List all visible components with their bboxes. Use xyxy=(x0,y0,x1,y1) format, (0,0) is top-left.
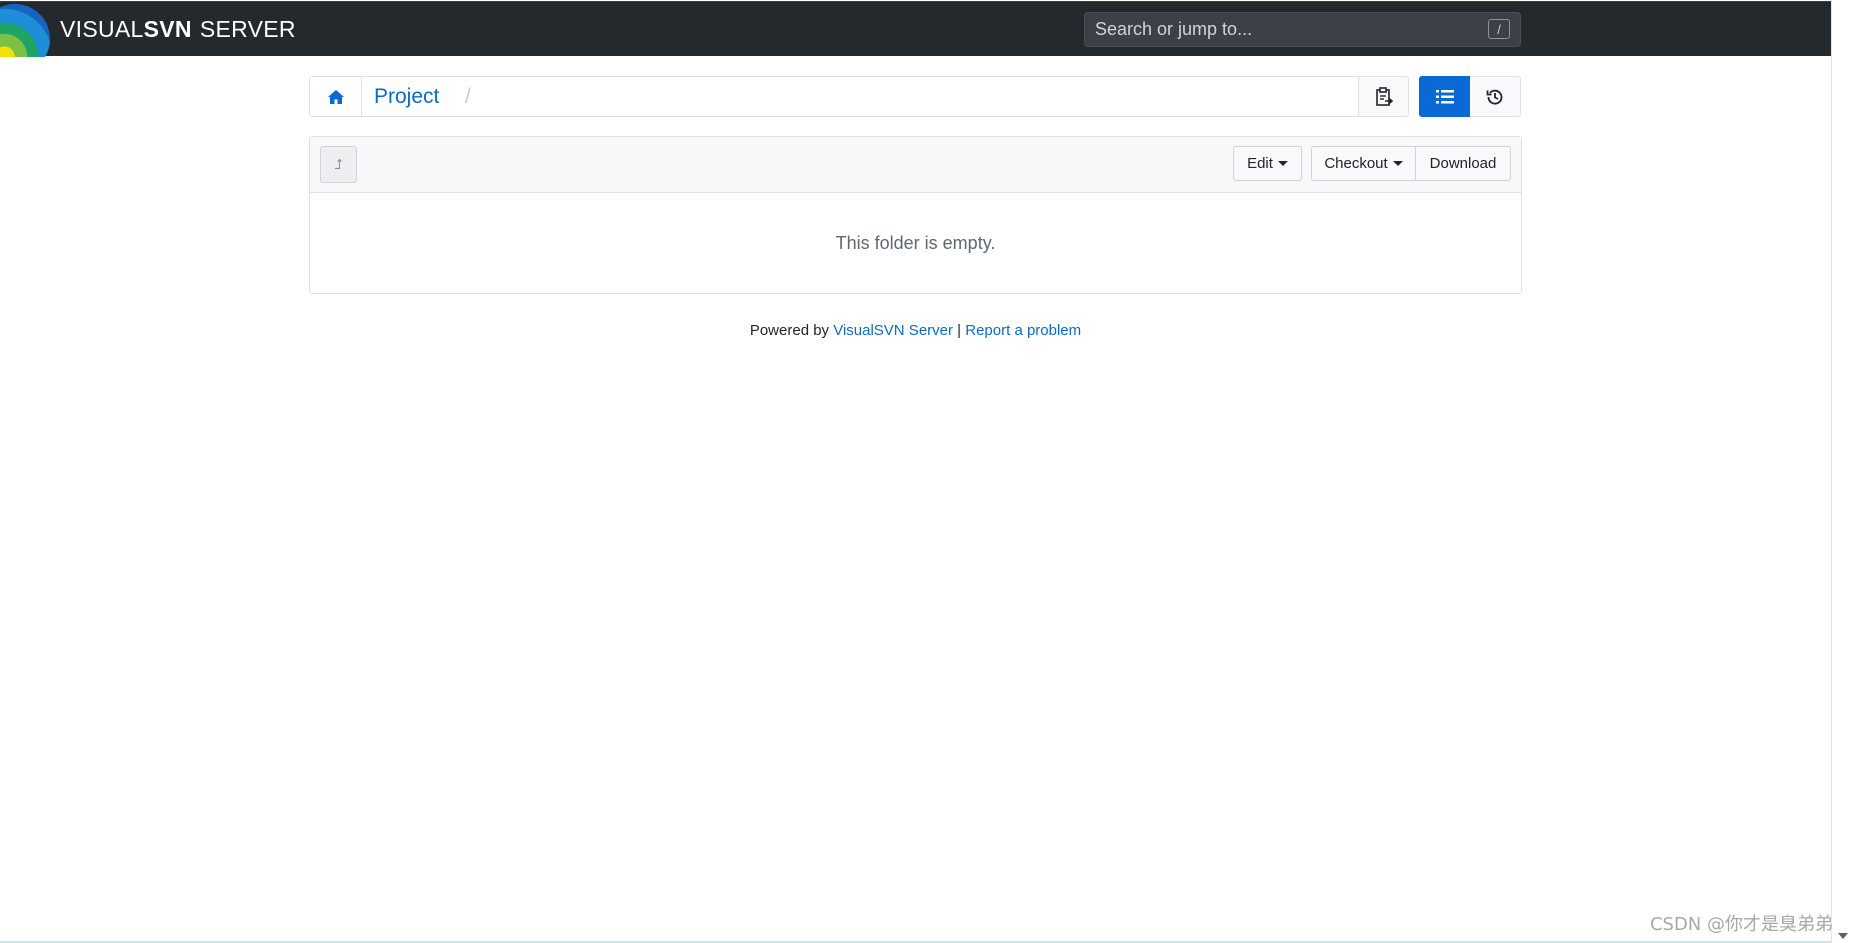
checkout-label: Checkout xyxy=(1324,155,1388,172)
caret-down-icon xyxy=(1392,161,1403,166)
history-icon xyxy=(1486,89,1503,105)
brand-part-svn: SVN xyxy=(143,16,192,42)
report-problem-link[interactable]: Report a problem xyxy=(965,322,1081,339)
footer-divider: | xyxy=(957,322,962,339)
logo[interactable] xyxy=(0,2,60,57)
visualsvn-logo-icon xyxy=(0,4,50,57)
brand-part-server: SERVER xyxy=(199,16,296,42)
folder-toolbar: ⮥ Edit Checkout Download xyxy=(310,137,1521,193)
brand-title[interactable]: VISUALSVN SERVER xyxy=(60,16,296,43)
search-box: / xyxy=(1084,12,1521,47)
powered-by-text: Powered by xyxy=(749,322,830,339)
footer: Powered by VisualSVN Server | Report a p… xyxy=(309,322,1522,339)
empty-folder-message: This folder is empty. xyxy=(835,233,996,253)
search-shortcut-hint: / xyxy=(1488,19,1510,39)
checkout-dropdown-button[interactable]: Checkout xyxy=(1311,146,1416,181)
go-up-button[interactable]: ⮥ xyxy=(320,146,357,183)
top-navbar: VISUALSVN SERVER / xyxy=(0,1,1831,57)
home-icon xyxy=(327,89,344,104)
clipboard-icon xyxy=(1375,86,1393,106)
edit-label: Edit xyxy=(1247,155,1273,172)
breadcrumb-project-link[interactable]: Project xyxy=(374,85,439,109)
visualsvn-server-link[interactable]: VisualSVN Server xyxy=(833,322,953,339)
edit-dropdown-button[interactable]: Edit xyxy=(1233,146,1302,181)
copy-url-button[interactable] xyxy=(1359,76,1409,117)
breadcrumb-separator: / xyxy=(465,85,471,108)
history-view-button[interactable] xyxy=(1470,76,1521,117)
download-label: Download xyxy=(1429,155,1497,172)
scroll-down-arrow-icon[interactable] xyxy=(1838,933,1848,939)
brand-part-visual: VISUAL xyxy=(60,16,144,42)
level-up-icon: ⮥ xyxy=(334,156,343,172)
breadcrumb: Project / xyxy=(309,76,1359,117)
folder-panel: ⮥ Edit Checkout Download This folder is … xyxy=(309,136,1522,294)
watermark: CSDN @你才是臭弟弟 xyxy=(1649,914,1833,935)
vertical-scrollbar[interactable] xyxy=(1831,0,1851,943)
search-input[interactable] xyxy=(1095,13,1465,46)
download-button[interactable]: Download xyxy=(1415,146,1511,181)
list-icon xyxy=(1435,89,1454,103)
caret-down-icon xyxy=(1277,161,1288,166)
list-view-button[interactable] xyxy=(1419,76,1470,117)
breadcrumb-home-link[interactable] xyxy=(310,77,362,116)
